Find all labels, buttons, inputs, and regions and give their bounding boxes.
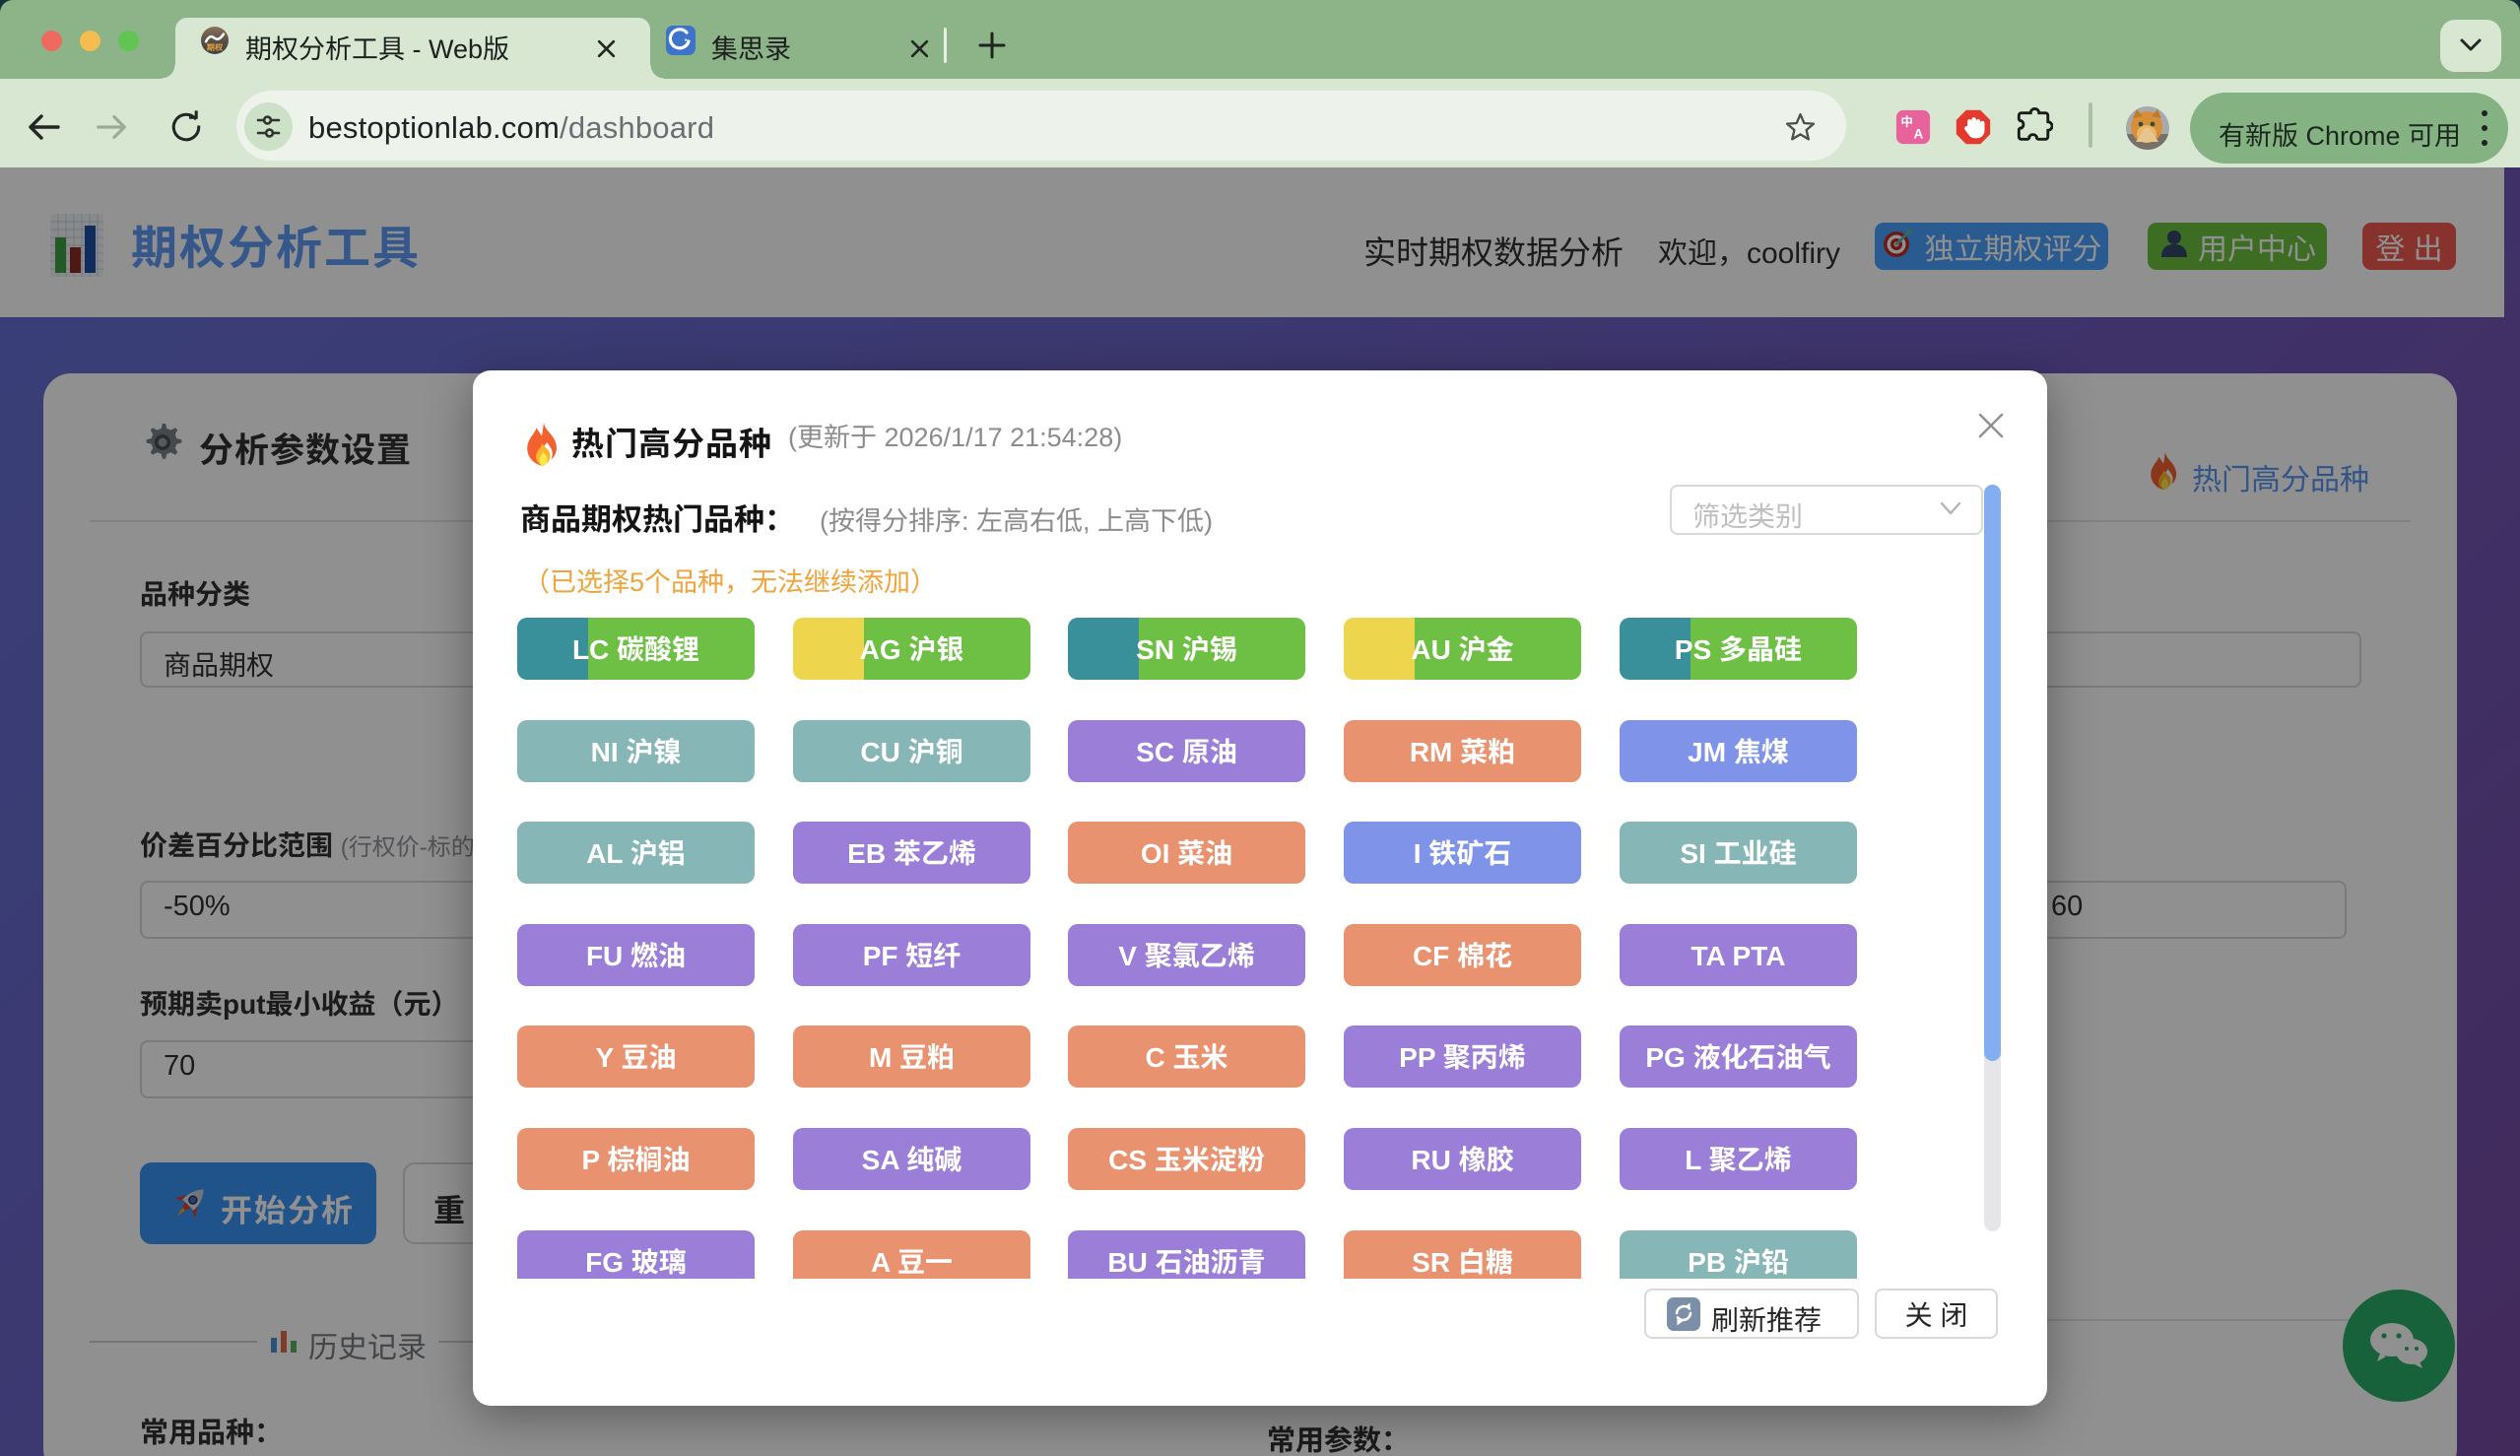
svg-text:期权: 期权 bbox=[207, 41, 224, 53]
svg-text:A: A bbox=[1914, 123, 1924, 143]
svg-text:中: 中 bbox=[1900, 111, 1913, 130]
